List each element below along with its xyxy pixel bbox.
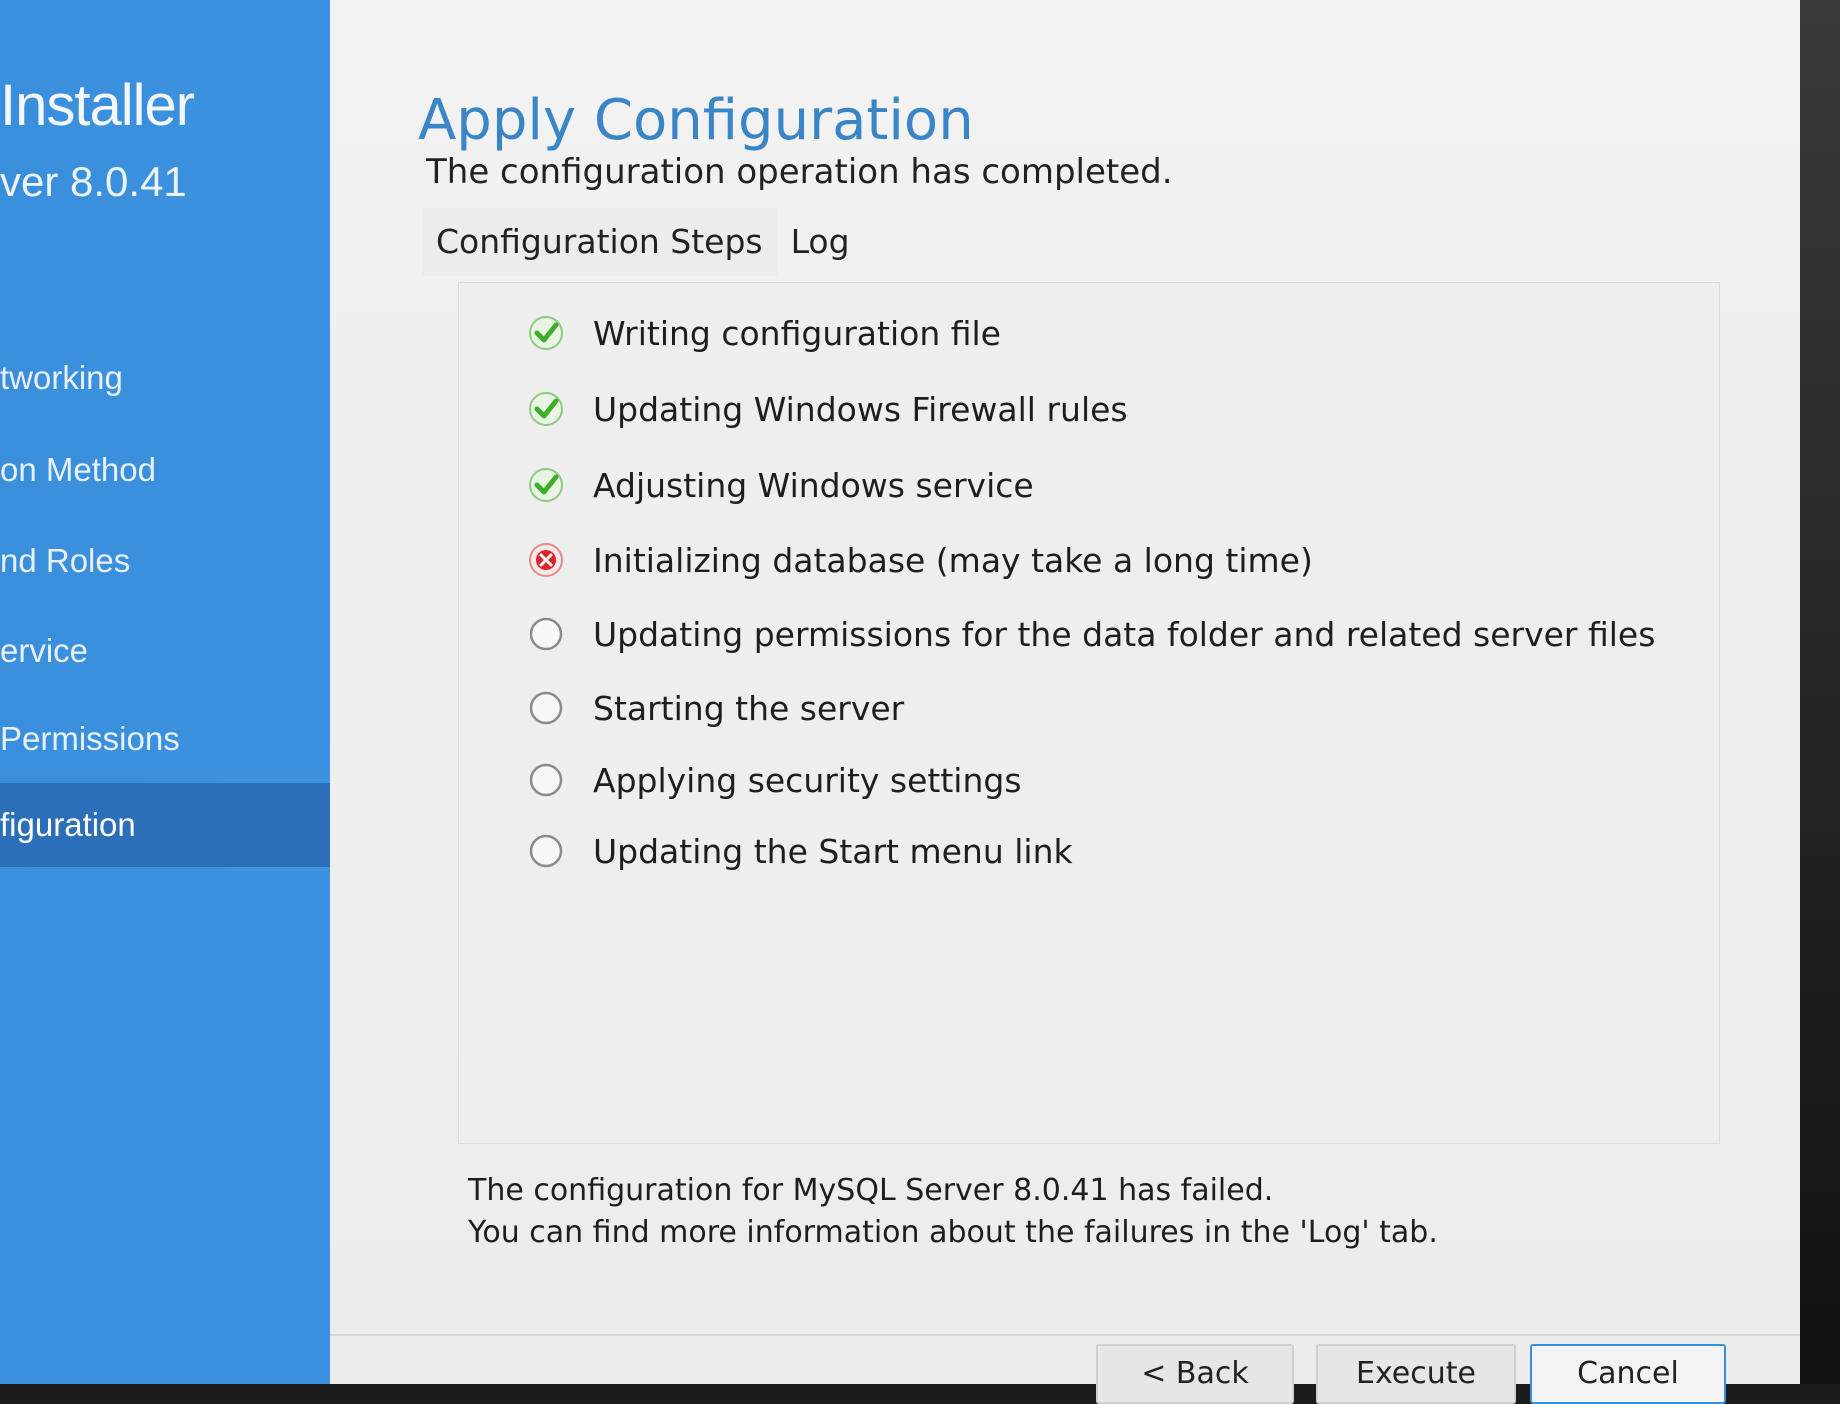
step-item: Updating the Start menu link bbox=[527, 823, 1073, 879]
sidebar-item-authentication-method[interactable]: on Method bbox=[0, 428, 380, 512]
step-label: Updating the Start menu link bbox=[593, 831, 1073, 871]
step-item: Adjusting Windows service bbox=[527, 457, 1034, 513]
check-circle-icon bbox=[529, 316, 563, 350]
execute-button[interactable]: Execute bbox=[1316, 1344, 1516, 1404]
tab-log[interactable]: Log bbox=[777, 208, 864, 276]
footer-divider bbox=[330, 1334, 1830, 1336]
step-label: Adjusting Windows service bbox=[593, 465, 1034, 505]
sidebar-item-apply-configuration[interactable]: figuration bbox=[0, 783, 380, 867]
configuration-steps-panel: Writing configuration file Updating Wind… bbox=[458, 282, 1720, 1144]
sidebar-item-accounts-and-roles[interactable]: nd Roles bbox=[0, 519, 380, 603]
check-circle-icon bbox=[529, 392, 563, 426]
status-message: The configuration for MySQL Server 8.0.4… bbox=[468, 1170, 1438, 1254]
step-label: Updating permissions for the data folder… bbox=[593, 614, 1656, 654]
tab-configuration-steps[interactable]: Configuration Steps bbox=[422, 208, 777, 276]
step-item: Updating permissions for the data folder… bbox=[527, 606, 1655, 662]
empty-circle-icon bbox=[529, 691, 563, 725]
step-label: Updating Windows Firewall rules bbox=[593, 389, 1128, 429]
desktop-background-edge bbox=[1800, 0, 1840, 1384]
sidebar-item-networking[interactable]: tworking bbox=[0, 336, 380, 420]
status-line-failed: The configuration for MySQL Server 8.0.4… bbox=[468, 1173, 1274, 1208]
back-button[interactable]: < Back bbox=[1096, 1344, 1294, 1404]
page-title: Apply Configuration bbox=[418, 88, 974, 153]
status-line-log-hint: You can find more information about the … bbox=[468, 1215, 1438, 1250]
empty-circle-icon bbox=[529, 834, 563, 868]
tab-bar: Configuration Steps Log bbox=[422, 208, 864, 276]
step-label: Writing configuration file bbox=[593, 313, 1001, 353]
sidebar-version: ver 8.0.41 bbox=[0, 158, 187, 205]
sidebar-item-windows-service[interactable]: ervice bbox=[0, 609, 380, 693]
step-item: Starting the server bbox=[527, 680, 904, 736]
sidebar-title: Installer bbox=[0, 73, 195, 138]
page-subtitle: The configuration operation has complete… bbox=[426, 152, 1173, 192]
error-circle-icon bbox=[529, 543, 563, 577]
sidebar-item-server-file-permissions[interactable]: Permissions bbox=[0, 697, 380, 781]
sidebar: Installer ver 8.0.41 tworking on Method … bbox=[0, 0, 380, 1384]
cancel-button[interactable]: Cancel bbox=[1530, 1344, 1726, 1404]
main-panel: Apply Configuration The configuration op… bbox=[330, 0, 1830, 1404]
step-item: Initializing database (may take a long t… bbox=[527, 532, 1313, 588]
step-label: Initializing database (may take a long t… bbox=[593, 540, 1313, 580]
step-item: Applying security settings bbox=[527, 752, 1022, 808]
empty-circle-icon bbox=[529, 763, 563, 797]
step-item: Updating Windows Firewall rules bbox=[527, 381, 1128, 437]
check-circle-icon bbox=[529, 468, 563, 502]
step-label: Applying security settings bbox=[593, 760, 1022, 800]
step-item: Writing configuration file bbox=[527, 305, 1001, 361]
empty-circle-icon bbox=[529, 617, 563, 651]
step-label: Starting the server bbox=[593, 688, 905, 728]
